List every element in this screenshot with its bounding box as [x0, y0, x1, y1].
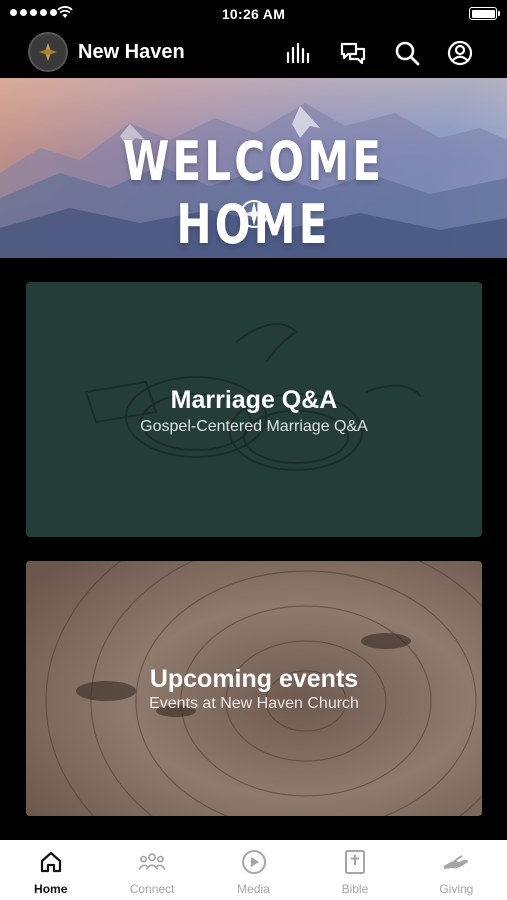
tab-media[interactable]: Media — [203, 840, 304, 900]
compass-logo-icon — [39, 43, 57, 61]
tab-bible[interactable]: Bible — [304, 840, 405, 900]
compass-emblem-icon — [240, 200, 268, 228]
home-icon — [37, 848, 65, 876]
search-icon[interactable] — [393, 39, 421, 67]
tab-bible-label: Bible — [341, 882, 369, 896]
events-card-title: Upcoming events — [149, 665, 359, 693]
tab-home[interactable]: Home — [0, 840, 101, 900]
tab-media-label: Media — [237, 882, 270, 896]
tab-giving-label: Giving — [439, 882, 474, 896]
bible-icon — [341, 848, 369, 876]
status-bar: 10:26 AM — [0, 0, 507, 28]
marriage-qa-card[interactable]: Marriage Q&A Gospel-Centered Marriage Q&… — [26, 282, 482, 537]
status-time: 10:26 AM — [221, 6, 286, 22]
tab-giving[interactable]: Giving — [406, 840, 507, 900]
marriage-card-subtitle: Gospel-Centered Marriage Q&A — [140, 418, 368, 435]
battery-icon — [469, 7, 500, 20]
banner-title: WELCOME HOME — [122, 130, 385, 256]
upcoming-events-card[interactable]: Upcoming events Events at New Haven Chur… — [26, 561, 482, 816]
app-header: New Haven — [0, 28, 507, 78]
tab-connect-label: Connect — [129, 882, 175, 896]
tab-connect[interactable]: Connect — [101, 840, 202, 900]
welcome-banner[interactable]: WELCOME HOME — [0, 78, 507, 258]
chat-icon[interactable] — [339, 39, 367, 67]
events-card-subtitle: Events at New Haven Church — [149, 695, 359, 712]
app-title: New Haven — [78, 41, 185, 63]
play-icon — [240, 848, 268, 876]
profile-icon[interactable] — [446, 39, 474, 67]
tab-home-label: Home — [34, 882, 68, 896]
church-logo[interactable] — [28, 32, 68, 72]
equalizer-icon[interactable] — [284, 39, 312, 67]
people-icon — [138, 848, 166, 876]
marriage-card-title: Marriage Q&A — [170, 386, 338, 414]
tab-bar: Home Connect Media Bible Giving — [0, 840, 507, 900]
giving-icon — [442, 848, 470, 876]
